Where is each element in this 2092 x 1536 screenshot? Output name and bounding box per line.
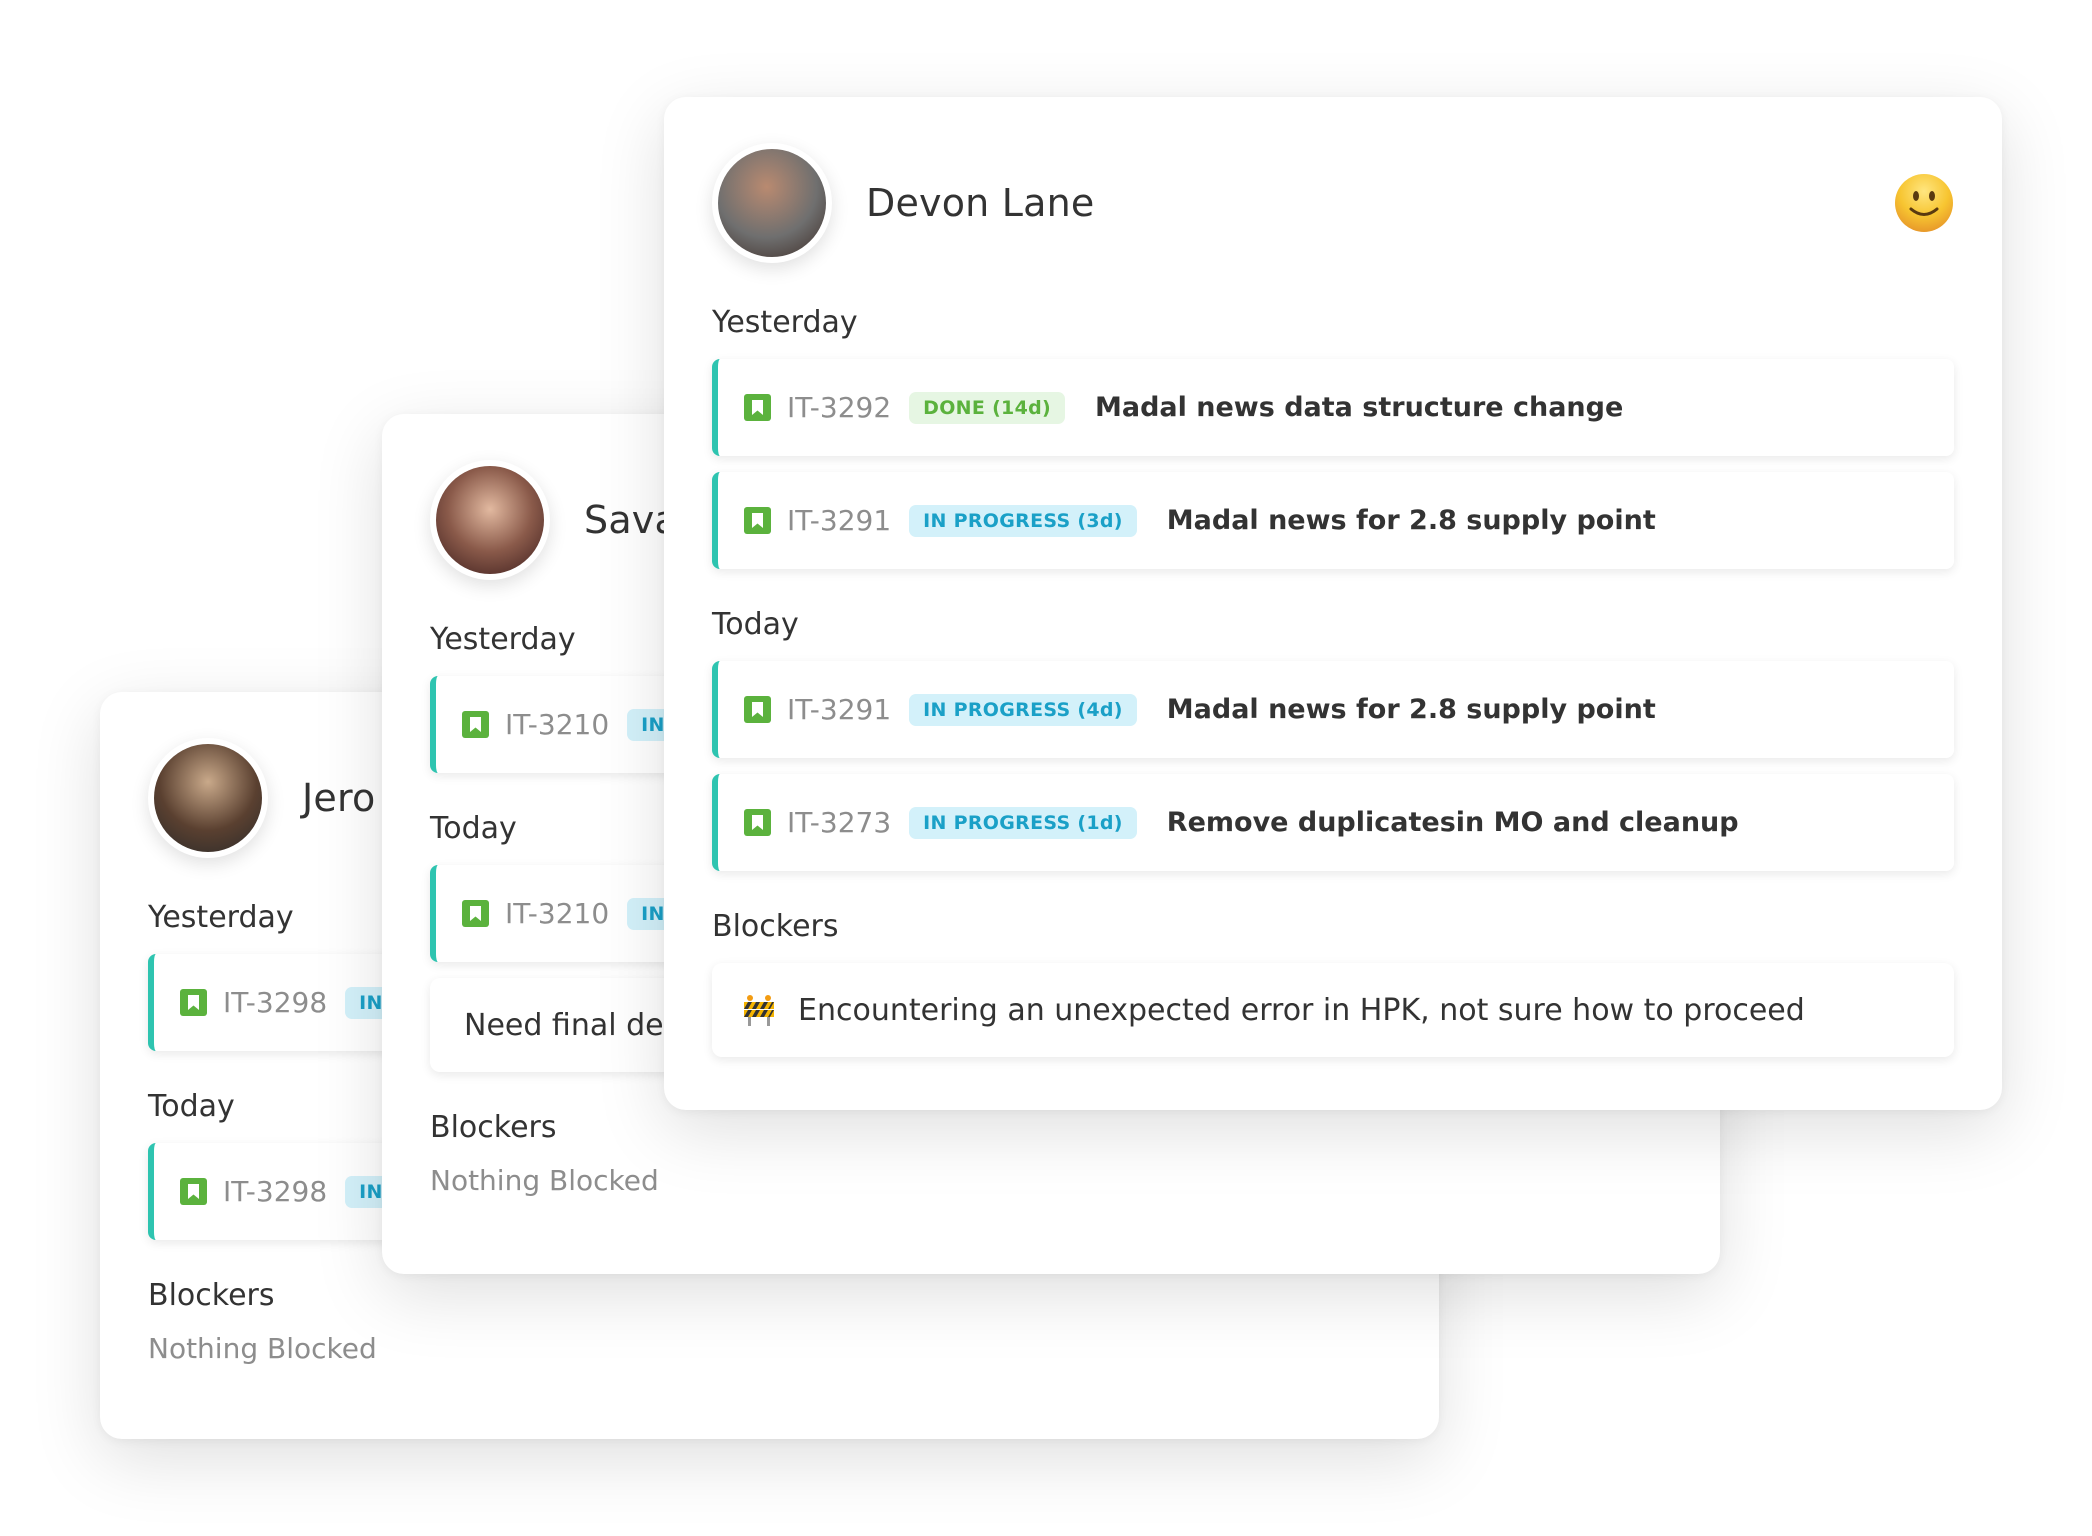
task-id[interactable]: IT-3292 — [787, 391, 891, 424]
task-title: Remove duplicatesin MO and cleanup — [1166, 807, 1739, 838]
task-id[interactable]: IT-3291 — [787, 504, 891, 537]
status-badge: IN PROGRESS (3d) — [909, 504, 1137, 537]
bookmark-icon — [462, 900, 489, 927]
bookmark-icon — [462, 711, 489, 738]
nothing-blocked-text: Nothing Blocked — [430, 1164, 659, 1197]
bookmark-icon — [744, 394, 771, 421]
construction-barrier-icon — [742, 993, 776, 1027]
avatar-photo-man-glasses — [436, 466, 544, 574]
standup-card: Devon Lane Yesterday IT-3292 DONE (14d) Mada… — [664, 97, 2002, 1110]
avatar — [430, 460, 550, 580]
user-name: Devon Lane — [866, 181, 1095, 225]
avatar-photo-man-cap — [718, 149, 826, 257]
section-label-blockers: Blockers — [430, 1110, 557, 1145]
blocker-item: Encountering an unexpected error in HPK,… — [712, 963, 1954, 1057]
task-id[interactable]: IT-3291 — [787, 693, 891, 726]
section-label-blockers: Blockers — [148, 1278, 275, 1313]
task-row[interactable]: IT-3291 IN PROGRESS (4d) Madal news for 2.… — [712, 661, 1954, 758]
task-row[interactable]: IT-3291 IN PROGRESS (3d) Madal news for 2.… — [712, 472, 1954, 569]
avatar — [148, 738, 268, 858]
nothing-blocked-text: Nothing Blocked — [148, 1332, 377, 1365]
bookmark-icon — [744, 696, 771, 723]
note-text: Encountering an unexpected error in HPK,… — [798, 992, 1805, 1028]
task-id[interactable]: IT-3210 — [505, 897, 609, 930]
task-title: Madal news data structure change — [1094, 392, 1624, 423]
task-id[interactable]: IT-3210 — [505, 708, 609, 741]
section-label-yesterday: Yesterday — [712, 305, 858, 340]
status-badge: IN PROGRESS (4d) — [909, 693, 1137, 726]
avatar — [712, 143, 832, 263]
bookmark-icon — [744, 809, 771, 836]
smiley-face-icon[interactable] — [1894, 173, 1954, 233]
status-badge: DONE (14d) — [909, 391, 1065, 424]
task-row[interactable]: IT-3292 DONE (14d) Madal news data structu… — [712, 359, 1954, 456]
status-badge: IN PROGRESS (1d) — [909, 806, 1137, 839]
task-title: Madal news for 2.8 supply point — [1166, 505, 1656, 536]
section-label-blockers: Blockers — [712, 909, 839, 944]
bookmark-icon — [744, 507, 771, 534]
task-title: Madal news for 2.8 supply point — [1166, 694, 1656, 725]
task-row[interactable]: IT-3273 IN PROGRESS (1d) Remove duplicates… — [712, 774, 1954, 871]
section-label-today: Today — [712, 607, 799, 642]
task-id[interactable]: IT-3298 — [223, 986, 327, 1019]
note-text: Need final des — [464, 1007, 680, 1043]
bookmark-icon — [180, 989, 207, 1016]
avatar-photo-bearded-man-beanie — [154, 744, 262, 852]
user-name: Jero — [302, 776, 376, 820]
card-header: Devon Lane — [712, 143, 1954, 263]
bookmark-icon — [180, 1178, 207, 1205]
task-id[interactable]: IT-3298 — [223, 1175, 327, 1208]
task-id[interactable]: IT-3273 — [787, 806, 891, 839]
